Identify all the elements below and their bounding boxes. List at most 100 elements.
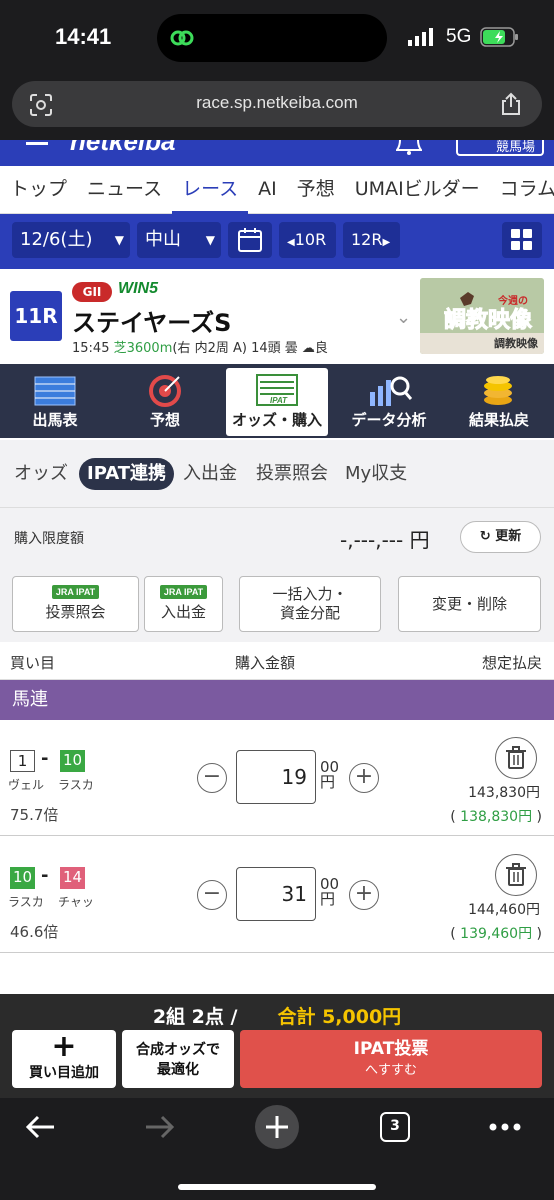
nav-column[interactable]: コラム (490, 166, 554, 214)
refresh-button[interactable]: ↻ 更新 (460, 521, 541, 553)
expected-profit: ( 138,830円 ) (450, 809, 542, 825)
browser-bottom-bar: 3 (0, 1098, 554, 1200)
svg-text:IPAT: IPAT (270, 396, 288, 405)
bet-column-header: 買い目 購入金額 想定払戻 (0, 642, 554, 680)
minus-button[interactable]: − (197, 880, 227, 910)
sub-tabs: オッズ IPAT連携 入出金 投票照会 My収支 (0, 440, 554, 508)
bet-row: 1 - 10 ヴェル ラスカ 75.7倍 − 19 00 円 + 143,830円… (0, 720, 554, 836)
dropdown-icon: ▼ (205, 233, 215, 247)
tab-results[interactable]: 結果払戻 (444, 364, 554, 438)
grid-menu-button[interactable] (502, 222, 542, 258)
prev-arrow-icon: ◀ (287, 237, 295, 248)
date-select[interactable]: 12/6(土) ▼ (12, 222, 130, 258)
date-value: 12/6(土) (20, 229, 93, 250)
next-arrow-icon: ▶ (382, 237, 391, 248)
delete-button[interactable] (495, 854, 537, 896)
mypage-button[interactable]: 競馬場 (456, 140, 544, 156)
grid-icon (511, 229, 532, 250)
horse-name: ヴェル (8, 778, 45, 792)
tab-shutuba[interactable]: 出馬表 (0, 364, 110, 438)
edit-delete-button[interactable]: 変更・削除 (398, 576, 541, 632)
button-label: 買い目追加 (29, 1065, 99, 1081)
unit-yen: 円 (320, 890, 336, 908)
site-logo[interactable]: netkeiba (70, 140, 176, 157)
tabs-button[interactable]: 3 (380, 1112, 410, 1142)
bet-row: 10 - 14 ラスカ チャッ 46.6倍 − 31 00 円 + 144,460… (0, 837, 554, 953)
tab-data-analysis[interactable]: データ分析 (334, 364, 444, 438)
nav-top[interactable]: トップ (0, 166, 77, 214)
horse-name: ラスカ (58, 778, 94, 792)
chart-search-icon (370, 376, 412, 406)
limit-value: -,---,--- 円 (340, 528, 430, 552)
race-details: (右 内2周 A) 14頭 曇 (172, 341, 298, 356)
refresh-icon: ↻ (479, 529, 491, 544)
new-tab-icon[interactable] (254, 1104, 300, 1150)
tab-label: 出馬表 (32, 411, 78, 429)
bet-type-header: 馬連 (0, 680, 554, 720)
expected-profit: ( 139,460円 ) (450, 926, 542, 942)
share-icon[interactable] (498, 91, 524, 117)
subtab-ipat[interactable]: IPAT連携 (79, 458, 175, 490)
trash-icon (506, 746, 526, 769)
forward-icon[interactable] (142, 1112, 176, 1142)
race-header: 11R GII WIN5 ステイヤーズS 15:45 芝3600m(右 内2周 … (0, 269, 554, 364)
expected-payout: 144,460円 (468, 902, 540, 918)
amount-unit: 00 円 (320, 877, 339, 907)
nav-race[interactable]: レース (172, 166, 249, 214)
plus-button[interactable]: + (349, 880, 379, 910)
purchase-limit-row: 購入限度額 -,---,--- 円 ↻ 更新 (0, 508, 554, 566)
amount-input[interactable]: 31 (236, 867, 316, 921)
home-indicator (178, 1184, 376, 1190)
ipat-vote-button[interactable]: IPAT投票 へすすむ (240, 1030, 542, 1088)
jra-ipat-badge: JRA IPAT (51, 585, 100, 599)
minus-button[interactable]: − (197, 763, 227, 793)
banner-title: 調教映像 (443, 308, 533, 334)
subtab-odds[interactable]: オッズ (14, 458, 68, 490)
delete-button[interactable] (495, 737, 537, 779)
training-video-banner[interactable]: 今週の 調教映像 調教映像 (420, 278, 544, 354)
race-number: 11R (10, 291, 62, 341)
button-label-line1: 合成オッズで (136, 1042, 220, 1058)
amount-input[interactable]: 19 (236, 750, 316, 804)
prev-race-label: 10R (294, 230, 327, 249)
bulk-input-button[interactable]: 一括入力・ 資金分配 (239, 576, 381, 632)
ipat-deposit-button[interactable]: JRA IPAT 入出金 (144, 576, 223, 632)
calendar-button[interactable] (228, 222, 272, 258)
optimize-odds-button[interactable]: 合成オッズで 最適化 (122, 1030, 234, 1088)
venue-select[interactable]: 中山 ▼ (137, 222, 221, 258)
tab-label: オッズ・購入 (231, 411, 322, 429)
target-icon (149, 375, 181, 407)
tab-yoso[interactable]: 予想 (110, 364, 220, 438)
address-bar[interactable]: race.sp.netkeiba.com (12, 81, 542, 127)
surface-distance: 芝3600m (113, 341, 173, 356)
ipat-inquiry-button[interactable]: JRA IPAT 投票照会 (12, 576, 139, 632)
nav-ai[interactable]: AI (248, 166, 287, 214)
dynamic-island (157, 14, 387, 62)
tab-odds-purchase[interactable]: IPAT オッズ・購入 (226, 368, 328, 436)
chevron-down-icon[interactable]: ⌄ (396, 307, 411, 328)
main-nav: トップ ニュース レース AI 予想 UMAIビルダー コラム (0, 166, 554, 214)
plus-button[interactable]: + (349, 763, 379, 793)
button-label: 投票照会 (45, 603, 106, 621)
limit-label: 購入限度額 (14, 531, 84, 547)
button-label-line2: 最適化 (157, 1062, 199, 1078)
bet-count: 2組 2点 / (152, 1006, 238, 1028)
subtab-my-balance[interactable]: My収支 (345, 458, 407, 490)
bell-icon[interactable] (396, 140, 422, 156)
nav-umai-builder[interactable]: UMAIビルダー (345, 166, 490, 214)
subtab-deposit[interactable]: 入出金 (183, 458, 237, 490)
ipat-icon: IPAT (256, 374, 298, 406)
grade-badge: GII (72, 282, 112, 302)
menu-icon[interactable] (26, 140, 48, 150)
button-label-line1: 一括入力・ (272, 585, 348, 603)
race-tab-bar: 出馬表 予想 IPAT オッズ・購入 データ分析 結果払戻 (0, 364, 554, 438)
prev-race-button[interactable]: ◀10R (279, 222, 336, 258)
back-icon[interactable] (24, 1112, 58, 1142)
browser-toolbar: race.sp.netkeiba.com (0, 78, 554, 140)
nav-news[interactable]: ニュース (77, 166, 172, 214)
more-icon[interactable] (488, 1122, 522, 1132)
nav-yoso[interactable]: 予想 (287, 166, 345, 214)
add-bet-button[interactable]: + 買い目追加 (12, 1030, 116, 1088)
next-race-button[interactable]: 12R▶ (343, 222, 400, 258)
subtab-inquiry[interactable]: 投票照会 (256, 458, 328, 490)
